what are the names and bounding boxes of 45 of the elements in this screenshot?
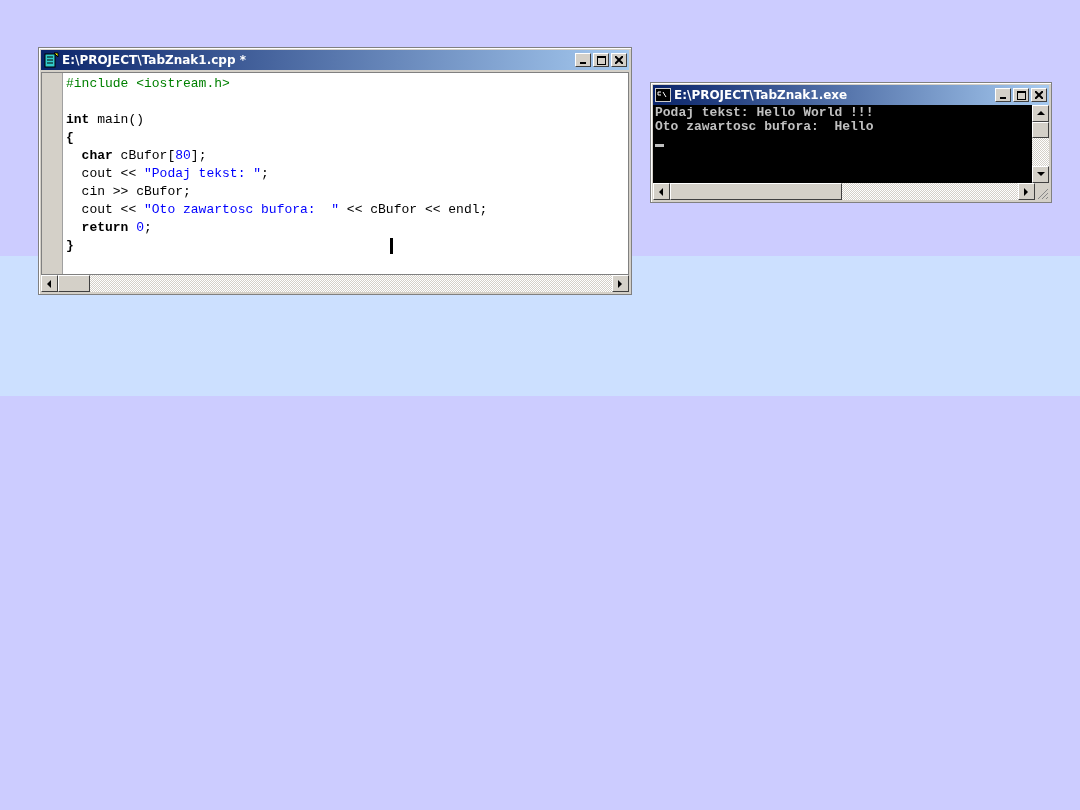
vertical-scrollbar[interactable] (1032, 105, 1049, 183)
code-line: { (66, 129, 74, 147)
scroll-up-button[interactable] (1032, 105, 1049, 122)
left-arrow-icon (47, 279, 52, 288)
scroll-right-button[interactable] (612, 275, 629, 292)
up-arrow-icon (1036, 111, 1045, 116)
close-button[interactable] (1031, 88, 1047, 102)
horizontal-scrollbar[interactable] (653, 183, 1049, 200)
close-icon (1035, 91, 1043, 99)
right-arrow-icon (1024, 187, 1029, 196)
scroll-left-button[interactable] (41, 275, 58, 292)
maximize-button[interactable] (1013, 88, 1029, 102)
scroll-thumb[interactable] (1032, 122, 1049, 138)
left-arrow-icon (659, 187, 664, 196)
text-cursor (390, 238, 393, 254)
resize-grip-icon[interactable] (1035, 186, 1049, 200)
code-line: char cBufor[80]; (81, 147, 207, 165)
window-title: E:\PROJECT\TabZnak1.cpp * (62, 53, 246, 67)
code-line: return 0; (81, 219, 152, 237)
code-line: cin >> cBufor; (81, 183, 191, 201)
maximize-icon (1016, 90, 1026, 100)
close-button[interactable] (611, 53, 627, 67)
close-icon (615, 56, 623, 64)
scroll-left-button[interactable] (653, 183, 670, 200)
maximize-button[interactable] (593, 53, 609, 67)
console-line: Podaj tekst: Hello World !!! (655, 106, 875, 120)
scroll-thumb[interactable] (58, 275, 90, 292)
code-line: cout << "Podaj tekst: "; (81, 165, 269, 183)
right-arrow-icon (618, 279, 623, 288)
document-icon (43, 52, 59, 68)
code-line: #include <iostream.h> (66, 75, 230, 93)
minimize-button[interactable] (995, 88, 1011, 102)
code-line: } (66, 237, 74, 255)
scroll-thumb[interactable] (670, 183, 842, 200)
maximize-icon (596, 55, 606, 65)
minimize-button[interactable] (575, 53, 591, 67)
scroll-down-button[interactable] (1032, 166, 1049, 183)
code-line: cout << "Oto zawartosc bufora: " << cBufor << endl; (81, 201, 488, 219)
window-title: E:\PROJECT\TabZnak1.exe (674, 88, 848, 102)
scroll-right-button[interactable] (1018, 183, 1035, 200)
console-line: Oto zawartosc bufora: Hello (655, 120, 875, 134)
console-icon (655, 88, 671, 102)
down-arrow-icon (1036, 172, 1045, 177)
console-cursor (655, 144, 664, 147)
code-line: int main() (66, 111, 144, 129)
